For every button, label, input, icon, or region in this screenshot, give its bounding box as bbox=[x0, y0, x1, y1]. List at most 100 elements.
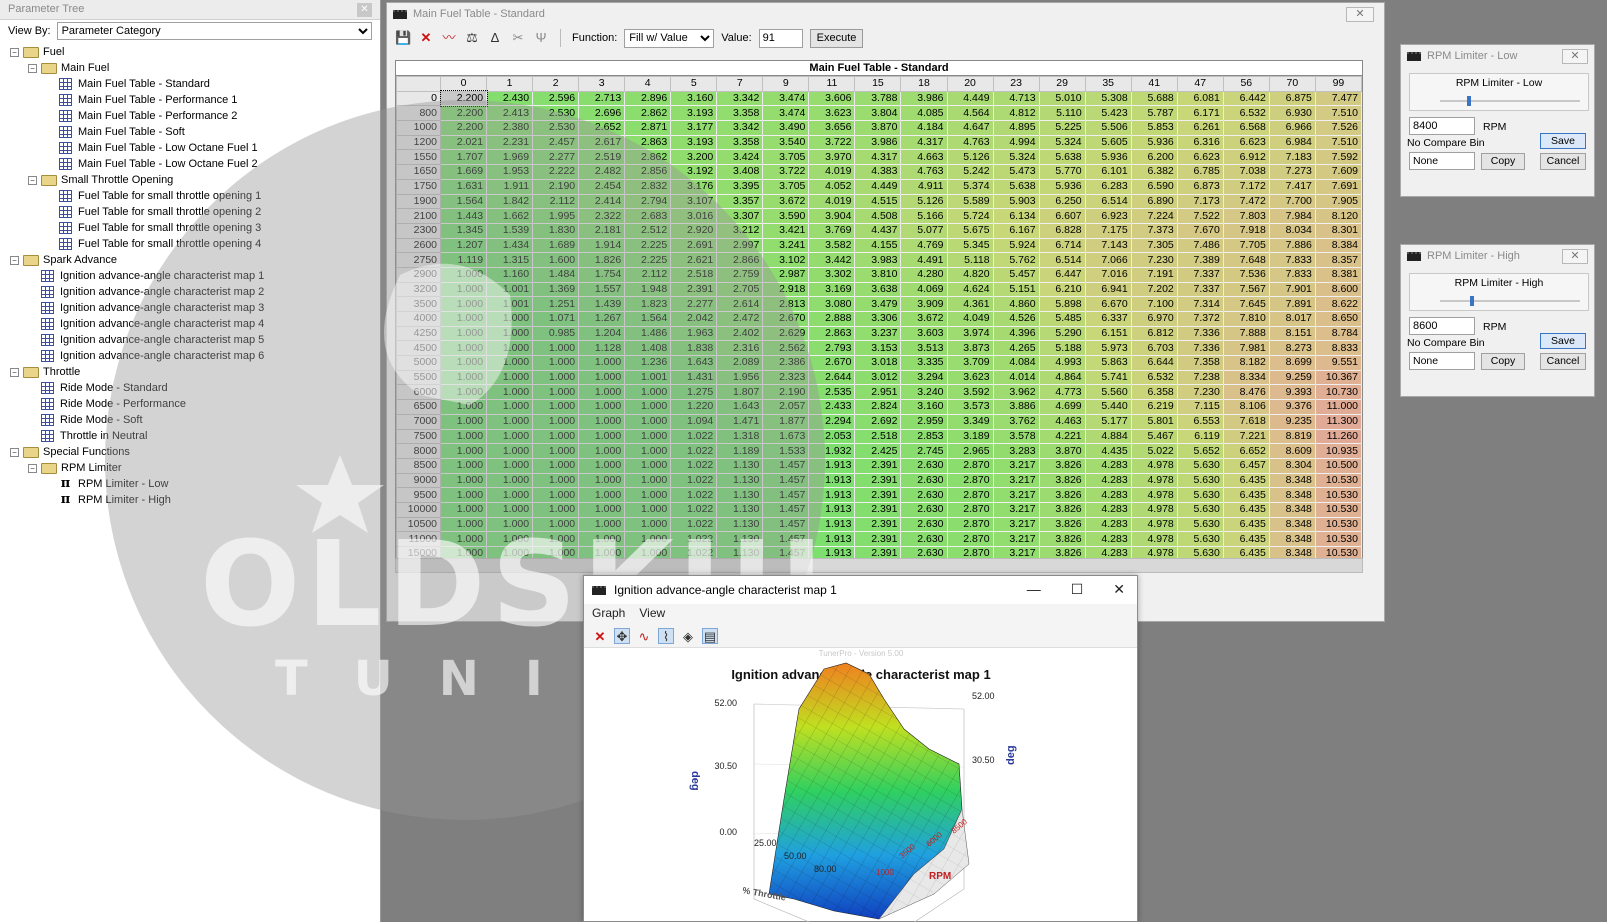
table-cell[interactable]: 8.348 bbox=[1269, 487, 1316, 503]
table-cell[interactable]: 3.212 bbox=[716, 223, 764, 239]
table-cell[interactable]: 4.978 bbox=[1131, 531, 1178, 547]
table-cell[interactable]: 5.787 bbox=[1131, 105, 1178, 122]
table-cell[interactable]: 1.001 bbox=[624, 370, 672, 386]
table-cell[interactable]: 8.833 bbox=[1315, 340, 1363, 357]
table-cell[interactable]: 1.000 bbox=[440, 487, 488, 503]
table-cell[interactable]: 2.200 bbox=[440, 105, 488, 122]
table-cell[interactable]: 5.638 bbox=[1039, 149, 1086, 166]
table-cell[interactable]: 3.237 bbox=[854, 326, 902, 342]
table-cell[interactable]: 3.722 bbox=[808, 135, 856, 151]
table-cell[interactable]: 4.647 bbox=[947, 120, 994, 136]
table-cell[interactable]: 8.609 bbox=[1269, 443, 1316, 459]
table-cell[interactable]: 3.193 bbox=[670, 105, 718, 122]
table-cell[interactable]: 3.395 bbox=[716, 179, 764, 195]
table-cell[interactable]: 7.886 bbox=[1269, 238, 1316, 254]
table-cell[interactable]: 3.107 bbox=[670, 194, 718, 210]
table-cell[interactable]: 2.519 bbox=[578, 149, 626, 166]
table-cell[interactable]: 4.085 bbox=[900, 105, 948, 122]
table-cell[interactable]: 1.457 bbox=[762, 531, 810, 547]
table-cell[interactable]: 2.870 bbox=[947, 473, 994, 489]
table-cell[interactable]: 6.930 bbox=[1269, 105, 1316, 122]
table-cell[interactable]: 7.336 bbox=[1177, 340, 1224, 357]
table-cell[interactable]: 2.053 bbox=[808, 429, 856, 445]
table-cell[interactable]: 2.089 bbox=[716, 355, 764, 371]
table-cell[interactable]: 2.225 bbox=[624, 238, 672, 254]
table-cell[interactable]: 2.472 bbox=[716, 311, 764, 327]
interpolate-icon[interactable]: Δ bbox=[487, 30, 503, 46]
table-cell[interactable]: 6.435 bbox=[1223, 473, 1270, 489]
tree-item[interactable]: Ignition advance-angle characterist map … bbox=[10, 316, 380, 332]
table-cell[interactable]: 6.151 bbox=[1085, 326, 1132, 342]
table-cell[interactable]: 7.172 bbox=[1223, 179, 1270, 195]
table-cell[interactable]: 5.440 bbox=[1085, 399, 1132, 415]
table-cell[interactable]: 7.115 bbox=[1177, 399, 1224, 415]
compare-icon[interactable]: ⚖ bbox=[464, 30, 480, 46]
table-cell[interactable]: 1.275 bbox=[670, 384, 718, 401]
table-cell[interactable]: 3.623 bbox=[947, 370, 994, 386]
table-cell[interactable]: 2.630 bbox=[900, 517, 948, 533]
table-cell[interactable]: 4.699 bbox=[1039, 399, 1086, 415]
table-cell[interactable]: 9.259 bbox=[1269, 370, 1316, 386]
copy-button[interactable]: Copy bbox=[1481, 153, 1525, 170]
table-cell[interactable]: 1.913 bbox=[808, 487, 856, 503]
table-cell[interactable]: 2.920 bbox=[670, 223, 718, 239]
table-cell[interactable]: 4.769 bbox=[900, 238, 948, 254]
table-cell[interactable]: 3.217 bbox=[993, 531, 1040, 547]
table-cell[interactable]: 1.689 bbox=[532, 238, 580, 254]
table-cell[interactable]: 1.204 bbox=[578, 326, 626, 342]
table-cell[interactable]: 3.176 bbox=[670, 179, 718, 195]
table-cell[interactable]: 7.510 bbox=[1315, 105, 1363, 122]
table-cell[interactable]: 6.966 bbox=[1269, 120, 1316, 136]
table-cell[interactable]: 2.430 bbox=[486, 91, 534, 107]
table-cell[interactable]: 3.826 bbox=[1039, 517, 1086, 533]
table-cell[interactable]: 2.323 bbox=[762, 370, 810, 386]
table-cell[interactable]: 2.630 bbox=[900, 458, 948, 474]
table-cell[interactable]: 4.508 bbox=[854, 208, 902, 224]
table-cell[interactable]: 5.724 bbox=[947, 208, 994, 224]
table-cell[interactable]: 1.001 bbox=[486, 296, 534, 312]
table-cell[interactable]: 1.000 bbox=[486, 502, 534, 518]
table-cell[interactable]: 3.200 bbox=[670, 149, 718, 166]
table-cell[interactable]: 6.890 bbox=[1131, 194, 1178, 210]
table-cell[interactable]: 4.884 bbox=[1085, 429, 1132, 445]
table-cell[interactable]: 2.745 bbox=[900, 443, 948, 459]
table-cell[interactable]: 11.300 bbox=[1315, 414, 1363, 430]
table-cell[interactable]: 4.069 bbox=[900, 282, 948, 298]
table-cell[interactable]: 2.824 bbox=[854, 399, 902, 415]
table-cell[interactable]: 1.823 bbox=[624, 296, 672, 312]
table-cell[interactable]: 1.128 bbox=[578, 340, 626, 357]
table-cell[interactable]: 3.870 bbox=[1039, 443, 1086, 459]
table-cell[interactable]: 4.911 bbox=[900, 179, 948, 195]
table-cell[interactable]: 3.160 bbox=[900, 399, 948, 415]
table-cell[interactable]: 2.959 bbox=[900, 414, 948, 430]
table-cell[interactable]: 4.283 bbox=[1085, 502, 1132, 518]
table-cell[interactable]: 3.672 bbox=[900, 311, 948, 327]
table-cell[interactable]: 3.306 bbox=[854, 311, 902, 327]
table-cell[interactable]: 5.688 bbox=[1131, 91, 1178, 107]
table-cell[interactable]: 7.670 bbox=[1177, 223, 1224, 239]
table-cell[interactable]: 4.084 bbox=[993, 355, 1040, 371]
table-cell[interactable]: 6.261 bbox=[1177, 120, 1224, 136]
table-cell[interactable]: 1.826 bbox=[578, 252, 626, 268]
table-cell[interactable]: 1.000 bbox=[486, 340, 534, 357]
table-cell[interactable]: 2.997 bbox=[716, 238, 764, 254]
table-cell[interactable]: 3.722 bbox=[762, 164, 810, 180]
table-cell[interactable]: 1.486 bbox=[624, 326, 672, 342]
table-cell[interactable]: 1.913 bbox=[808, 458, 856, 474]
table-cell[interactable]: 4.283 bbox=[1085, 517, 1132, 533]
table-cell[interactable]: 7.648 bbox=[1223, 252, 1270, 268]
table-cell[interactable]: 2.629 bbox=[762, 326, 810, 342]
table-cell[interactable]: 1.000 bbox=[486, 384, 534, 401]
table-cell[interactable]: 5.473 bbox=[993, 164, 1040, 180]
table-cell[interactable]: 5.630 bbox=[1177, 487, 1224, 503]
table-cell[interactable]: 9.551 bbox=[1315, 355, 1363, 371]
rpm-high-value-input[interactable] bbox=[1409, 317, 1475, 335]
table-cell[interactable]: 3.241 bbox=[762, 238, 810, 254]
table-cell[interactable]: 7.143 bbox=[1085, 238, 1132, 254]
table-cell[interactable]: 7.833 bbox=[1269, 252, 1316, 268]
table-cell[interactable]: 1.251 bbox=[532, 296, 580, 312]
execute-button[interactable]: Execute bbox=[809, 28, 864, 48]
table-cell[interactable]: 4.184 bbox=[900, 120, 948, 136]
table-cell[interactable]: 1.457 bbox=[762, 458, 810, 474]
table-cell[interactable]: 10.935 bbox=[1315, 443, 1363, 459]
